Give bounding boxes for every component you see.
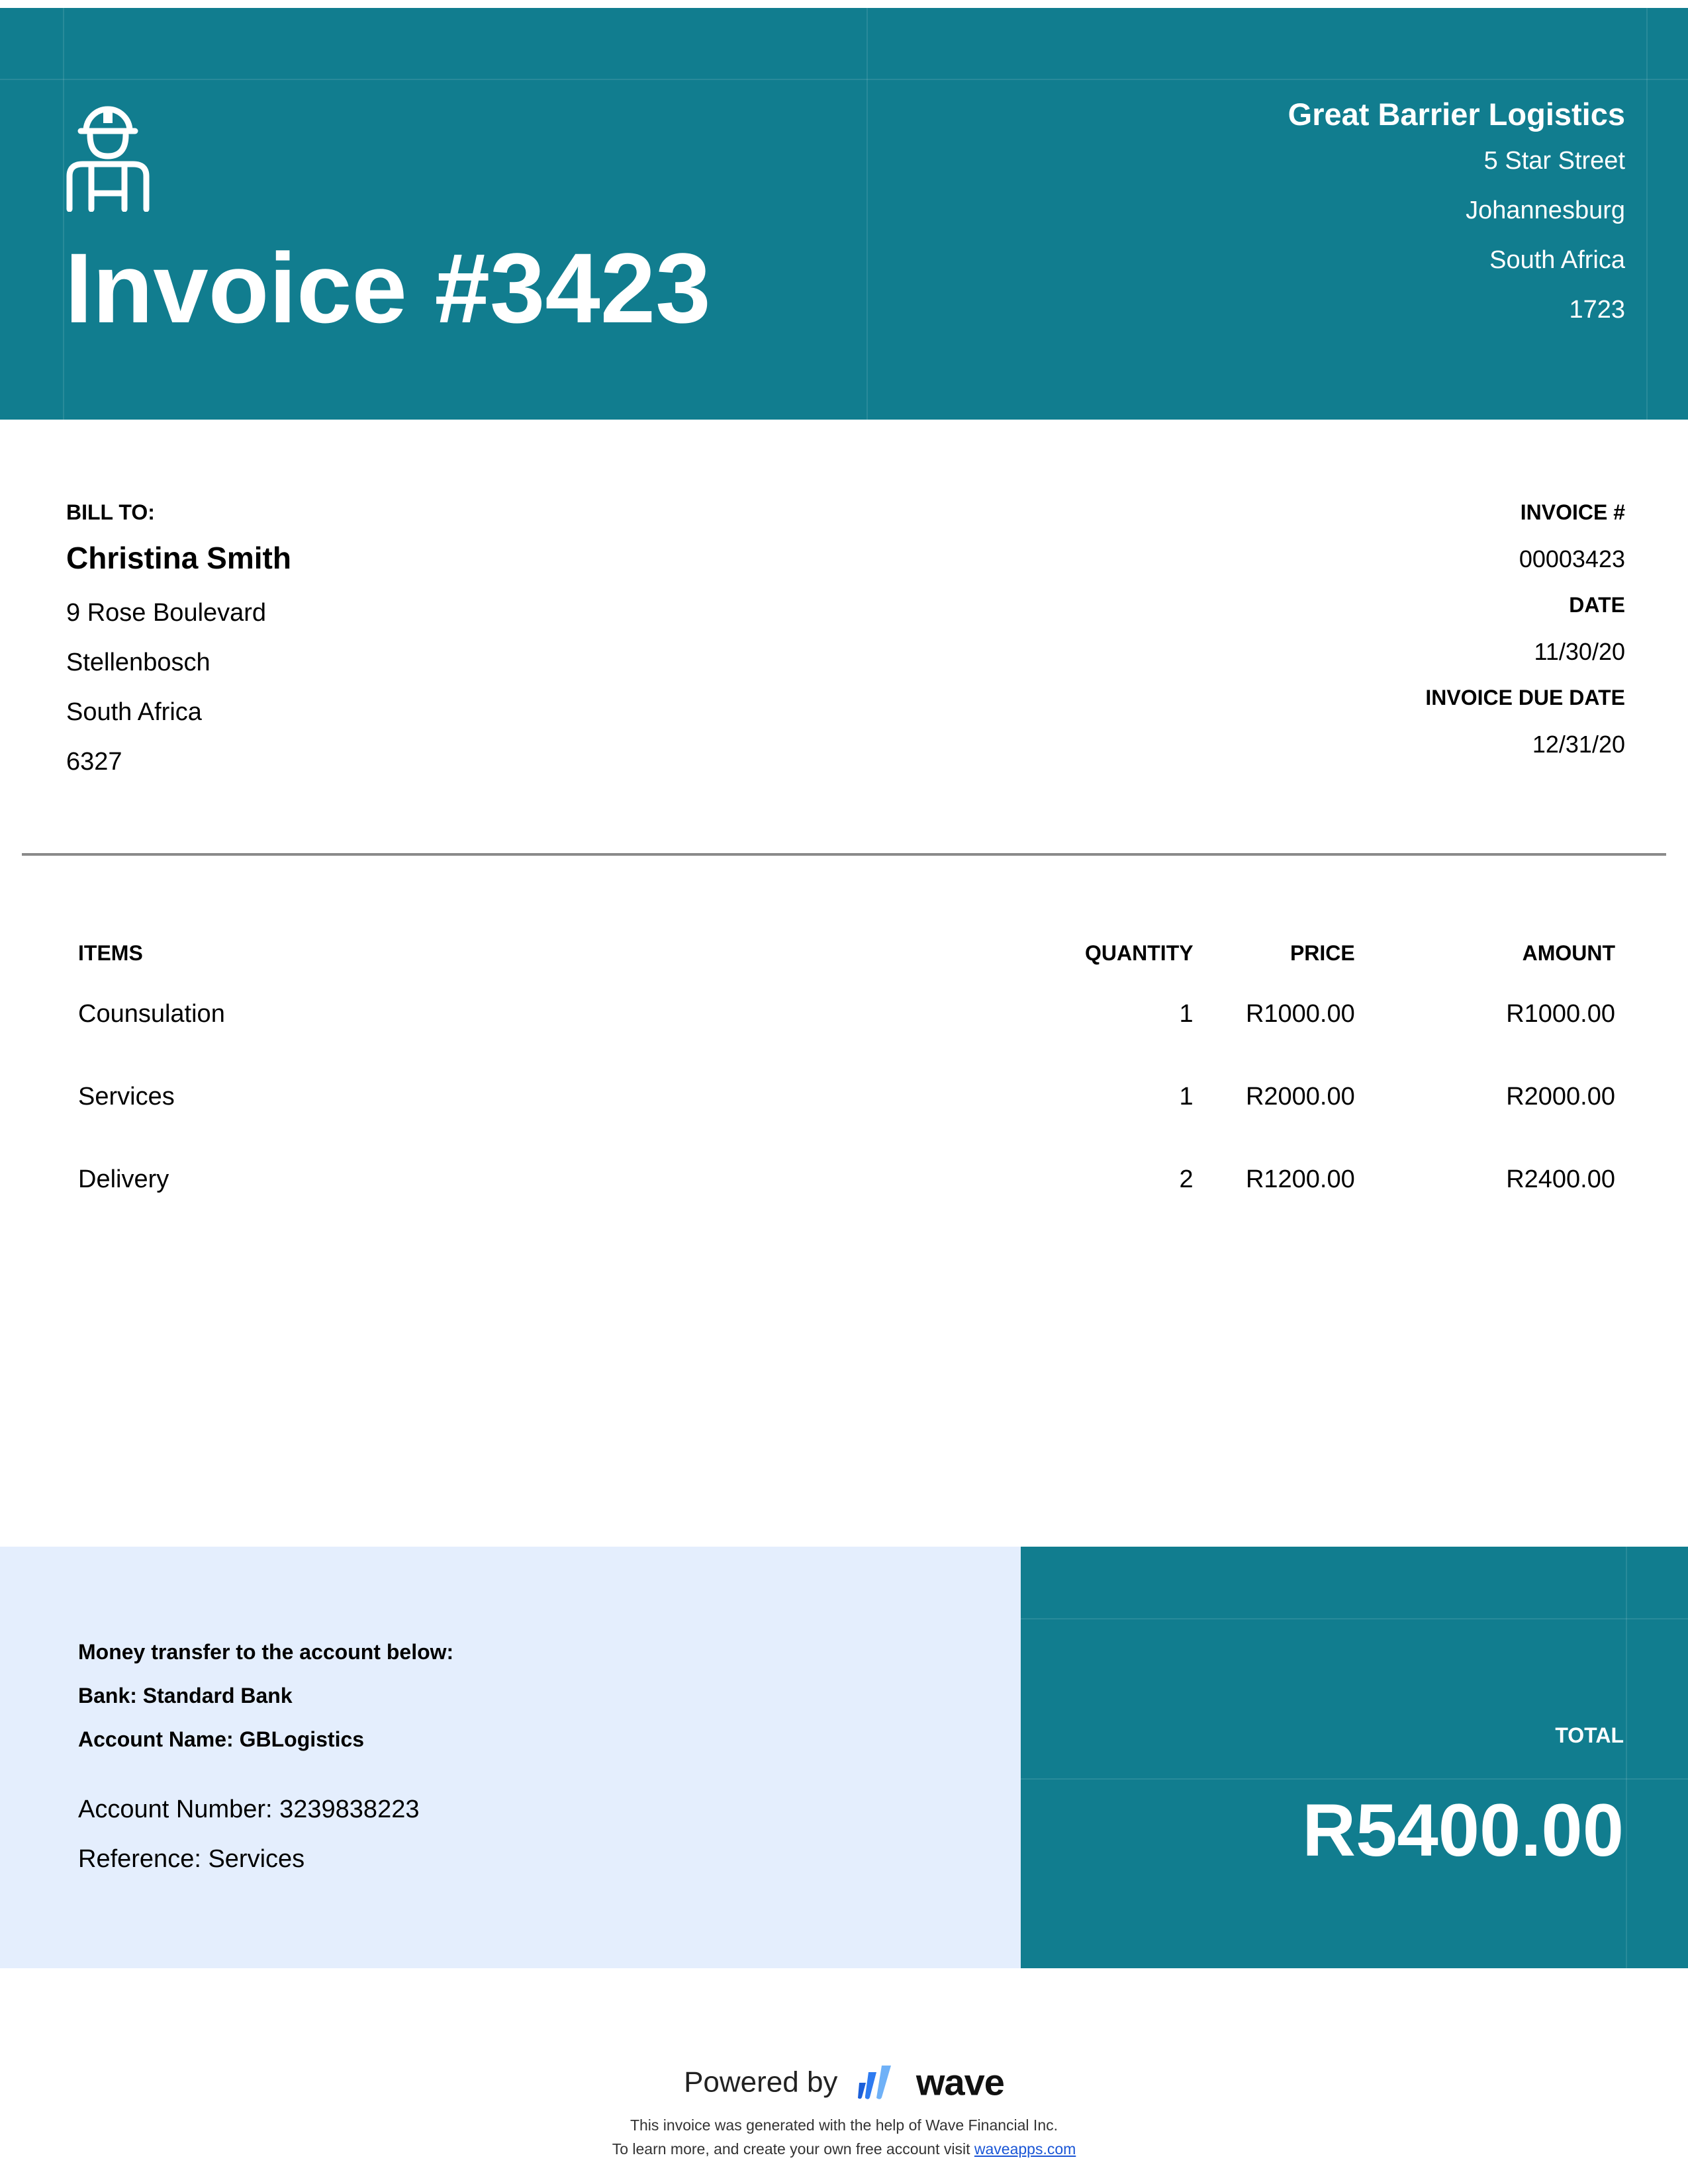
- construction-worker-icon: [66, 106, 150, 212]
- item-price: R1200.00: [1245, 1165, 1355, 1193]
- payment-reference: Reference: Services: [78, 1845, 305, 1873]
- item-price: R2000.00: [1245, 1083, 1355, 1111]
- company-street: 5 Star Street: [1483, 147, 1625, 175]
- total-amount: R5400.00: [1302, 1789, 1624, 1872]
- company-country: South Africa: [1489, 246, 1625, 274]
- bill-to-block: BILL TO: Christina Smith 9 Rose Boulevar…: [66, 498, 291, 787]
- invoice-title: Invoice #3423: [65, 232, 711, 343]
- items-table: ITEMS QUANTITY PRICE AMOUNT Counsulation…: [78, 933, 1615, 1221]
- customer-street: 9 Rose Boulevard: [66, 599, 267, 627]
- grid-line: [1021, 1618, 1688, 1619]
- bill-to-label: BILL TO:: [66, 500, 155, 524]
- quantity-header: QUANTITY: [1085, 941, 1194, 965]
- customer-name: Christina Smith: [66, 541, 291, 575]
- item-amount: R1000.00: [1506, 1000, 1615, 1028]
- wave-logo-icon: [857, 2066, 891, 2100]
- table-header-row: ITEMS QUANTITY PRICE AMOUNT: [78, 933, 1615, 973]
- item-quantity: 1: [1179, 1000, 1194, 1028]
- account-name: Account Name: GBLogistics: [78, 1727, 365, 1751]
- customer-country: South Africa: [66, 698, 202, 726]
- grid-line: [63, 8, 64, 420]
- payment-text: Money transfer to the account below: Ban…: [78, 1630, 453, 1884]
- waveapps-link[interactable]: waveapps.com: [974, 2140, 1076, 2158]
- total-label: TOTAL: [1555, 1723, 1624, 1747]
- grid-line: [1021, 1778, 1688, 1780]
- date-label: DATE: [1569, 593, 1625, 617]
- powered-by-label: Powered by: [684, 2066, 838, 2099]
- payment-intro: Money transfer to the account below:: [78, 1640, 454, 1664]
- section-divider: [22, 853, 1666, 856]
- amount-header: AMOUNT: [1522, 941, 1615, 965]
- item-quantity: 1: [1179, 1083, 1194, 1111]
- powered-by: Powered by wave: [0, 2060, 1688, 2103]
- wave-brand: wave: [915, 2061, 1005, 2103]
- table-row: Counsulation 1 R1000.00 R1000.00: [78, 973, 1615, 1056]
- company-city: Johannesburg: [1466, 197, 1625, 224]
- company-postal: 1723: [1569, 296, 1625, 324]
- due-date-label: INVOICE DUE DATE: [1425, 686, 1625, 709]
- payment-details: Money transfer to the account below: Ban…: [0, 1547, 1021, 1968]
- table-row: Delivery 2 R1200.00 R2400.00: [78, 1138, 1615, 1221]
- table-row: Services 1 R2000.00 R2000.00: [78, 1056, 1615, 1138]
- footer-signup-line: To learn more, and create your own free …: [0, 2137, 1688, 2161]
- customer-city: Stellenbosch: [66, 649, 211, 676]
- bank-name: Bank: Standard Bank: [78, 1684, 293, 1707]
- item-name: Delivery: [78, 1165, 169, 1193]
- total-box: [1021, 1547, 1688, 1968]
- grid-line: [867, 8, 868, 420]
- items-header: ITEMS: [78, 941, 143, 965]
- item-name: Counsulation: [78, 1000, 225, 1028]
- invoice-date: 11/30/20: [1534, 638, 1625, 665]
- grid-line: [0, 79, 1688, 80]
- due-date: 12/31/20: [1532, 731, 1625, 758]
- item-amount: R2400.00: [1506, 1165, 1615, 1193]
- customer-postal: 6327: [66, 748, 122, 776]
- invoice-number-label: INVOICE #: [1520, 500, 1625, 524]
- item-quantity: 2: [1179, 1165, 1194, 1193]
- grid-line: [1646, 8, 1648, 420]
- grid-line: [1626, 1547, 1627, 1968]
- company-block: Great Barrier Logistics 5 Star Street Jo…: [1288, 93, 1625, 335]
- account-number: Account Number: 3239838223: [78, 1796, 420, 1823]
- price-header: PRICE: [1289, 941, 1355, 965]
- item-price: R1000.00: [1245, 1000, 1355, 1028]
- invoice-number: 00003423: [1519, 545, 1625, 572]
- item-amount: R2000.00: [1506, 1083, 1615, 1111]
- item-name: Services: [78, 1083, 175, 1111]
- invoice-meta: INVOICE # 00003423 DATE 11/30/20 INVOICE…: [1425, 498, 1625, 776]
- footer-note: This invoice was generated with the help…: [630, 2116, 1058, 2134]
- company-name: Great Barrier Logistics: [1288, 97, 1625, 132]
- footer-signup-text: To learn more, and create your own free …: [612, 2140, 970, 2158]
